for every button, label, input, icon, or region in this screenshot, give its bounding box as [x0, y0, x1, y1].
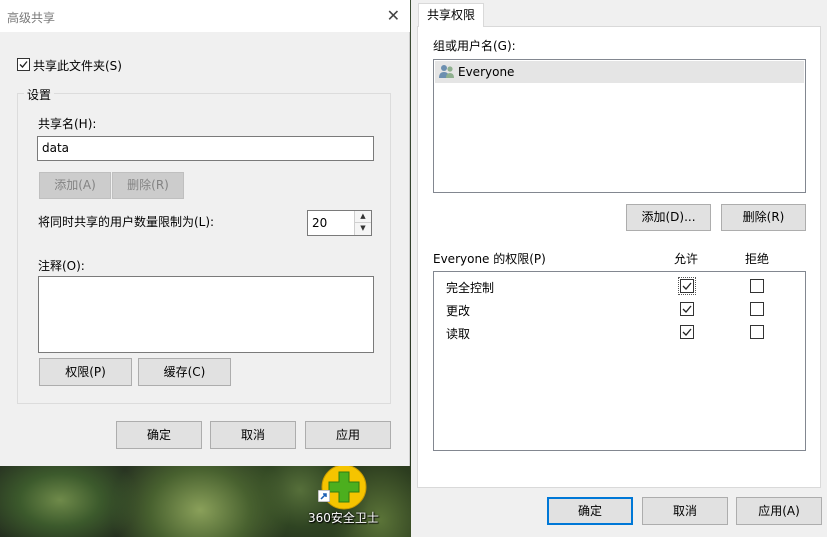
deny-header: 拒绝: [745, 252, 770, 266]
cancel-button[interactable]: 取消: [642, 497, 728, 525]
spin-down-icon[interactable]: ▼: [355, 223, 371, 235]
full-control-allow-checkbox[interactable]: [678, 277, 696, 295]
permissions-button[interactable]: 权限(P): [39, 358, 132, 386]
change-deny-checkbox[interactable]: [750, 302, 764, 316]
change-allow-checkbox[interactable]: [680, 302, 694, 316]
check-icon: [682, 305, 692, 313]
permissions-list: 完全控制 更改 读取: [433, 271, 806, 451]
caching-button[interactable]: 缓存(C): [138, 358, 231, 386]
remove-share-button[interactable]: 删除(R): [112, 172, 184, 199]
spinner-buttons: ▲ ▼: [354, 211, 371, 235]
full-control-deny-checkbox[interactable]: [750, 279, 764, 293]
list-item-everyone[interactable]: Everyone: [435, 61, 804, 83]
allow-header: 允许: [674, 252, 699, 266]
share-permissions-dialog: 共享权限 组或用户名(G): Everyone 添加(D)... 删除(R) E…: [411, 0, 827, 537]
read-deny-checkbox[interactable]: [750, 325, 764, 339]
share-folder-checkbox[interactable]: 共享此文件夹(S): [17, 57, 137, 73]
checkbox-box: [17, 58, 30, 71]
tab-share-permissions[interactable]: 共享权限: [418, 3, 484, 27]
remove-user-button[interactable]: 删除(R): [721, 204, 806, 231]
add-user-button[interactable]: 添加(D)...: [626, 204, 711, 231]
close-icon[interactable]: ✕: [387, 6, 400, 25]
dialog-title: 高级共享: [7, 11, 56, 25]
users-icon: [439, 65, 454, 78]
permissions-for-label: Everyone 的权限(P): [433, 252, 546, 266]
check-icon: [682, 282, 692, 290]
share-permissions-panel: 组或用户名(G): Everyone 添加(D)... 删除(R) Everyo…: [417, 26, 821, 488]
share-folder-label: 共享此文件夹(S): [33, 59, 122, 73]
user-listbox[interactable]: Everyone: [433, 59, 806, 193]
permission-name: 读取: [446, 327, 471, 341]
comments-label: 注释(O):: [38, 259, 85, 273]
user-limit-value: 20: [312, 216, 328, 230]
title-bar: 高级共享 ✕: [0, 0, 410, 32]
360-safe-icon: [321, 464, 367, 510]
comments-textarea[interactable]: [38, 276, 374, 353]
ok-button[interactable]: 确定: [547, 497, 633, 525]
apply-button[interactable]: 应用: [305, 421, 391, 449]
desktop-icon-label: 360安全卫士: [308, 511, 379, 525]
add-share-button[interactable]: 添加(A): [39, 172, 111, 199]
settings-group-label: 设置: [24, 86, 55, 103]
advanced-sharing-dialog: 高级共享 ✕ 共享此文件夹(S) 设置 共享名(H): data 添加(A) 删…: [0, 0, 410, 466]
user-limit-label: 将同时共享的用户数量限制为(L):: [38, 215, 215, 229]
user-name: Everyone: [458, 65, 515, 79]
group-user-label: 组或用户名(G):: [433, 39, 516, 53]
check-icon: [19, 61, 28, 68]
user-limit-spinner[interactable]: 20 ▲ ▼: [307, 210, 372, 236]
spin-up-icon[interactable]: ▲: [355, 211, 371, 223]
read-allow-checkbox[interactable]: [680, 325, 694, 339]
check-icon: [682, 328, 692, 336]
permission-name: 更改: [446, 304, 471, 318]
shortcut-arrow-icon: [318, 490, 330, 502]
share-name-input[interactable]: data: [37, 136, 374, 161]
apply-button[interactable]: 应用(A): [736, 497, 822, 525]
share-name-label: 共享名(H):: [38, 117, 97, 131]
desktop-icon-360[interactable]: 360安全卫士: [306, 462, 382, 532]
cancel-button[interactable]: 取消: [210, 421, 296, 449]
ok-button[interactable]: 确定: [116, 421, 202, 449]
permission-name: 完全控制: [446, 281, 495, 295]
